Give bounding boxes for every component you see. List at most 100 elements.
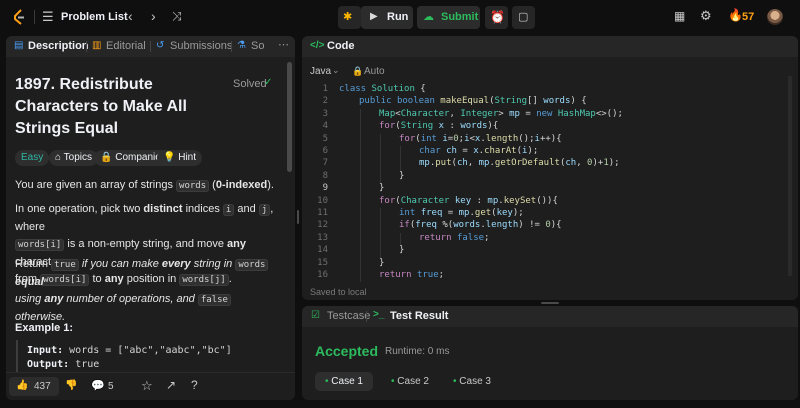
top-bar: ☰ Problem List ‹ › ⤨ ✱ ▶ Run ☁ Submit ⏰ … bbox=[0, 0, 800, 34]
logo-icon[interactable] bbox=[11, 9, 27, 25]
lock-icon: 🔒 bbox=[352, 66, 364, 76]
run-button[interactable]: ▶ Run bbox=[361, 6, 413, 29]
indent-guide bbox=[360, 108, 361, 122]
run-label: Run bbox=[387, 11, 409, 23]
book-icon: ▥ bbox=[92, 40, 102, 51]
code-line[interactable]: if(freq %(words.length) != 0){ bbox=[399, 220, 562, 230]
topics-tag[interactable]: ⌂ Topics bbox=[49, 150, 99, 166]
code-line[interactable]: for(int i=0;i<x.length();i++){ bbox=[399, 134, 562, 144]
tag-icon: ⌂ bbox=[55, 152, 62, 163]
problem-list-link[interactable]: Problem List bbox=[61, 11, 128, 23]
code-icon: </> bbox=[310, 40, 325, 51]
submit-button[interactable]: ☁ Submit bbox=[417, 6, 480, 29]
star-icon[interactable]: ☆ bbox=[141, 378, 153, 394]
divider bbox=[150, 41, 151, 52]
test-result-panel: ☑ Testcase >_ Test Result Accepted Runti… bbox=[302, 306, 798, 400]
problem-list-icon[interactable]: ☰ bbox=[42, 9, 54, 25]
bug-icon: ✱ bbox=[343, 11, 353, 23]
case-2-tab[interactable]: • Case 2 bbox=[381, 372, 439, 391]
shuffle-icon[interactable]: ⤨ bbox=[172, 9, 182, 24]
next-problem-icon[interactable]: › bbox=[151, 8, 156, 24]
indent-guide bbox=[360, 245, 361, 258]
code-editor-panel: </> Code Java ⌄ 🔒 Auto 1 2 3 4 5 6 7 8 9… bbox=[302, 36, 798, 300]
vertical-resize-handle[interactable] bbox=[297, 210, 299, 224]
indent-guide bbox=[380, 208, 381, 221]
tab-description[interactable]: Description bbox=[28, 40, 89, 52]
comment-icon[interactable]: 💬 bbox=[91, 379, 105, 392]
code-line[interactable]: } bbox=[379, 183, 384, 193]
like-button[interactable]: 👍 437 bbox=[9, 377, 59, 396]
code-line[interactable]: } bbox=[399, 171, 404, 181]
result-tab-bar: ☑ Testcase >_ Test Result bbox=[302, 306, 798, 327]
tab-code[interactable]: Code bbox=[327, 40, 355, 52]
thumbs-down-icon[interactable]: 👎 bbox=[65, 380, 77, 391]
divider bbox=[231, 41, 232, 52]
description-tab-bar: ▤ Description ▥ Editorial ↺ Submissions … bbox=[6, 36, 295, 57]
horizontal-resize-handle[interactable] bbox=[541, 302, 559, 304]
tab-editorial[interactable]: Editorial bbox=[106, 40, 146, 52]
code-line[interactable]: return true; bbox=[379, 270, 444, 280]
indent-guide bbox=[400, 232, 401, 246]
avatar[interactable] bbox=[767, 9, 783, 25]
case-1-tab[interactable]: • Case 1 bbox=[315, 372, 373, 391]
streak-count[interactable]: 57 bbox=[742, 11, 754, 23]
code-line[interactable]: int freq = mp.get(key); bbox=[399, 208, 524, 218]
gear-icon[interactable]: ⚙ bbox=[700, 8, 712, 24]
auto-mode-toggle[interactable]: Auto bbox=[364, 66, 385, 77]
previous-problem-icon[interactable]: ‹ bbox=[128, 8, 133, 24]
code-text-area[interactable]: class Solution { public boolean makeEqual… bbox=[302, 84, 782, 283]
tab-test-result[interactable]: Test Result bbox=[390, 310, 448, 322]
tab-solutions[interactable]: So bbox=[251, 40, 264, 52]
notes-button[interactable]: ▢ bbox=[512, 6, 535, 29]
divider bbox=[34, 10, 35, 24]
indent-guide bbox=[380, 245, 381, 258]
timer-button[interactable]: ⏰ bbox=[485, 6, 508, 29]
indent-guide bbox=[360, 133, 361, 146]
debug-button[interactable]: ✱ bbox=[338, 6, 361, 29]
code-line[interactable]: char ch = x.charAt(i); bbox=[419, 146, 538, 156]
more-icon[interactable]: ⋯ bbox=[278, 38, 289, 51]
save-status: Saved to local bbox=[310, 287, 367, 297]
example-heading: Example 1: bbox=[15, 322, 74, 334]
pass-dot-icon: • bbox=[453, 376, 457, 387]
submit-label: Submit bbox=[441, 11, 479, 23]
indent-guide bbox=[360, 208, 361, 221]
result-status: Accepted bbox=[315, 343, 379, 359]
layout-grid-icon[interactable]: ▦ bbox=[674, 9, 685, 23]
divider bbox=[366, 311, 367, 322]
case-3-tab[interactable]: • Case 3 bbox=[443, 372, 501, 391]
indent-guide bbox=[380, 220, 381, 233]
flask-icon: ⚗ bbox=[237, 40, 246, 51]
tab-submissions[interactable]: Submissions bbox=[170, 40, 232, 52]
code-line[interactable]: } bbox=[399, 245, 404, 255]
history-icon: ↺ bbox=[156, 40, 165, 51]
share-icon[interactable]: ↗ bbox=[166, 378, 176, 392]
language-select[interactable]: Java bbox=[310, 66, 331, 77]
scrollbar-thumb[interactable] bbox=[287, 62, 292, 172]
problem-title: 1897. Redistribute Characters to Make Al… bbox=[15, 76, 187, 137]
code-line[interactable]: return false; bbox=[419, 233, 489, 243]
fire-icon: 🔥 bbox=[728, 8, 743, 22]
code-line[interactable]: for(Character key : mp.keySet()){ bbox=[379, 196, 558, 206]
indent-guide bbox=[360, 220, 361, 233]
editor-scrollbar[interactable] bbox=[788, 76, 792, 276]
example-input: Input: words = ["abc","aabc","bc"] bbox=[27, 345, 232, 356]
indent-guide bbox=[360, 121, 361, 134]
indent-guide bbox=[380, 146, 381, 159]
tab-testcase[interactable]: Testcase bbox=[327, 310, 370, 322]
code-line[interactable]: } bbox=[379, 258, 384, 268]
hint-tag[interactable]: 💡 Hint bbox=[157, 150, 203, 166]
indent-guide bbox=[380, 133, 381, 146]
indent-guide bbox=[360, 170, 361, 184]
code-line[interactable]: for(String x : words){ bbox=[379, 121, 498, 131]
code-line[interactable]: Map<Character, Integer> mp = new HashMap… bbox=[379, 109, 623, 119]
indent-guide bbox=[400, 158, 401, 171]
help-icon[interactable]: ? bbox=[191, 378, 198, 392]
code-line[interactable]: mp.put(ch, mp.getOrDefault(ch, 0)+1); bbox=[419, 158, 620, 168]
code-line[interactable]: public boolean makeEqual(String[] words)… bbox=[359, 96, 587, 106]
description-footer: 👍 437 👎 💬 5 ☆ ↗ ? bbox=[6, 372, 295, 400]
code-line[interactable]: class Solution { bbox=[339, 84, 426, 94]
description-panel: ▤ Description ▥ Editorial ↺ Submissions … bbox=[6, 36, 295, 400]
thumbs-up-icon: 👍 bbox=[16, 380, 29, 391]
pass-dot-icon: • bbox=[391, 376, 395, 387]
